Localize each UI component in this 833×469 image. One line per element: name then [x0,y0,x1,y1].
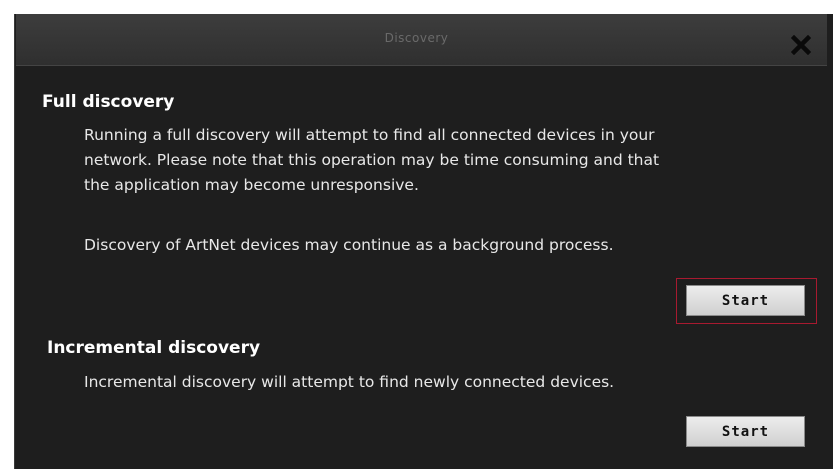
dialog-title: Discovery [384,31,449,45]
full-discovery-description-line3: the application may become unresponsive. [84,176,419,194]
close-button[interactable] [786,30,816,60]
incremental-discovery-description: Incremental discovery will attempt to fi… [84,373,615,391]
artnet-background-note: Discovery of ArtNet devices may continue… [84,236,614,254]
full-discovery-heading: Full discovery [42,92,175,112]
full-discovery-description-line2: network. Please note that this operation… [84,151,660,169]
incremental-discovery-start-button[interactable]: Start [686,416,805,447]
incremental-discovery-heading: Incremental discovery [47,338,261,358]
full-discovery-description-line1: Running a full discovery will attempt to… [84,126,655,144]
full-discovery-start-button[interactable]: Start [686,285,805,316]
close-icon [791,35,811,55]
